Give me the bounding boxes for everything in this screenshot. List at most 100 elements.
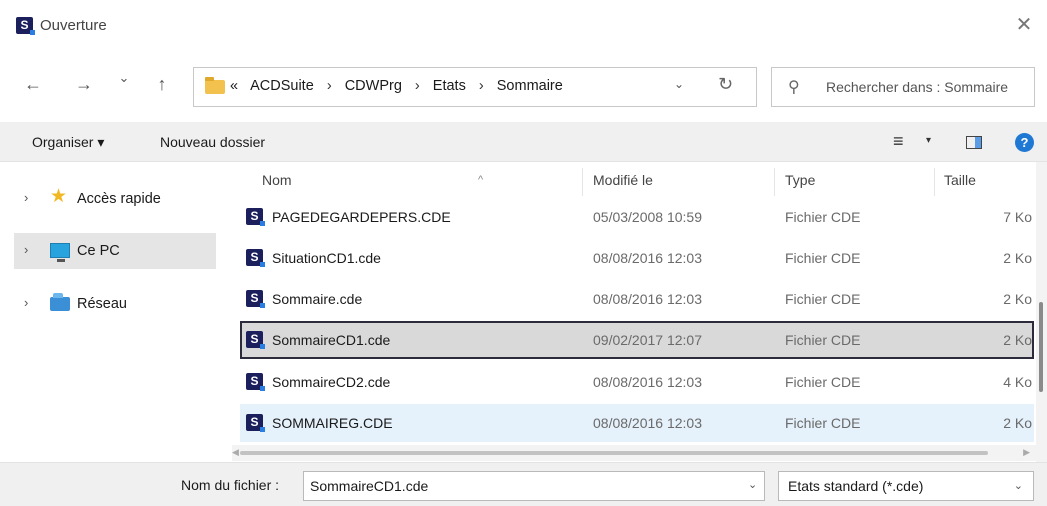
- recent-locations-icon[interactable]: ⌄: [112, 70, 136, 86]
- search-input[interactable]: Rechercher dans : Sommaire: [826, 79, 1008, 95]
- column-header-modified[interactable]: Modifié le: [593, 172, 653, 188]
- file-modified: 08/08/2016 12:03: [593, 415, 702, 431]
- sort-ascending-icon: ^: [478, 174, 484, 186]
- file-modified: 05/03/2008 10:59: [593, 209, 702, 225]
- file-row-hover[interactable]: S SOMMAIREG.CDE 08/08/2016 12:03 Fichier…: [240, 404, 1034, 442]
- command-toolbar: Organiser ▾ Nouveau dossier ≡ ▾ ?: [0, 122, 1047, 162]
- file-size: 2 Ko: [1003, 415, 1032, 431]
- file-modified: 08/08/2016 12:03: [593, 250, 702, 266]
- breadcrumb-separator[interactable]: ›: [415, 78, 420, 94]
- file-type: Fichier CDE: [785, 250, 861, 266]
- column-header-label: Nom: [262, 172, 292, 188]
- filename-input[interactable]: [303, 471, 765, 501]
- search-box[interactable]: ⚲ Rechercher dans : Sommaire: [771, 67, 1035, 107]
- navigation-bar: ← → ⌄ ↑ « ACDSuite › CDWPrg › Etats › So…: [0, 56, 1047, 114]
- forward-arrow-icon[interactable]: →: [72, 74, 96, 95]
- up-arrow-icon[interactable]: ↑: [150, 74, 174, 95]
- horizontal-scrollbar[interactable]: ◀ ▶: [232, 445, 1036, 461]
- file-row[interactable]: S SommaireCD2.cde 08/08/2016 12:03 Fichi…: [240, 363, 1034, 401]
- view-options-icon[interactable]: ≡: [893, 131, 904, 152]
- file-type: Fichier CDE: [785, 332, 861, 348]
- breadcrumb-separator[interactable]: ›: [327, 78, 332, 94]
- file-type: Fichier CDE: [785, 291, 861, 307]
- file-icon: S: [246, 249, 265, 267]
- file-type-select[interactable]: Etats standard (*.cde) ⌄: [778, 471, 1034, 501]
- breadcrumb-item-cdwprg[interactable]: CDWPrg: [345, 78, 402, 94]
- column-header-size[interactable]: Taille: [944, 172, 976, 188]
- organize-button[interactable]: Organiser ▾: [32, 134, 104, 151]
- file-name: Sommaire.cde: [272, 291, 363, 307]
- file-modified: 08/08/2016 12:03: [593, 291, 702, 307]
- horizontal-scrollbar-thumb[interactable]: [240, 451, 988, 455]
- breadcrumb-item-sommaire[interactable]: Sommaire: [497, 78, 563, 94]
- search-icon: ⚲: [788, 79, 800, 96]
- file-name: SOMMAIREG.CDE: [272, 415, 393, 431]
- file-modified: 08/08/2016 12:03: [593, 374, 702, 390]
- breadcrumb-separator[interactable]: ›: [479, 78, 484, 94]
- chevron-right-icon[interactable]: ›: [24, 242, 28, 257]
- file-row-selected[interactable]: S SommaireCD1.cde 09/02/2017 12:07 Fichi…: [240, 321, 1034, 359]
- file-row[interactable]: S SituationCD1.cde 08/08/2016 12:03 Fich…: [240, 239, 1034, 277]
- column-divider[interactable]: [774, 168, 775, 196]
- network-icon: [50, 293, 70, 311]
- file-size: 2 Ko: [1003, 332, 1032, 348]
- sidebar-item-label: Réseau: [77, 296, 127, 312]
- help-icon[interactable]: ?: [1015, 133, 1034, 152]
- file-type: Fichier CDE: [785, 374, 861, 390]
- view-dropdown-icon[interactable]: ▾: [926, 135, 931, 146]
- back-arrow-icon[interactable]: ←: [21, 74, 45, 95]
- refresh-icon[interactable]: ↻: [718, 74, 733, 95]
- file-size: 2 Ko: [1003, 250, 1032, 266]
- filename-label: Nom du fichier :: [181, 477, 280, 493]
- dialog-footer: Nom du fichier : ⌄ Etats standard (*.cde…: [0, 462, 1047, 506]
- title-bar: S Ouverture ✕: [0, 0, 1047, 52]
- file-row[interactable]: S PAGEDEGARDEPERS.CDE 05/03/2008 10:59 F…: [240, 198, 1034, 236]
- star-icon: ★: [50, 186, 68, 207]
- scroll-right-icon[interactable]: ▶: [1023, 447, 1030, 458]
- new-folder-button[interactable]: Nouveau dossier: [160, 134, 265, 150]
- computer-icon: [50, 243, 70, 262]
- file-size: 7 Ko: [1003, 209, 1032, 225]
- file-type-value: Etats standard (*.cde): [788, 478, 924, 494]
- sidebar-item-label: Accès rapide: [77, 191, 161, 207]
- file-name: SommaireCD2.cde: [272, 374, 391, 390]
- preview-pane-icon[interactable]: [966, 136, 982, 149]
- chevron-right-icon[interactable]: ›: [24, 190, 28, 205]
- file-name: SituationCD1.cde: [272, 250, 381, 266]
- sidebar-item-this-pc[interactable]: › Ce PC: [14, 233, 216, 269]
- scroll-left-icon[interactable]: ◀: [232, 447, 239, 458]
- file-icon: S: [246, 290, 265, 308]
- breadcrumb-item-etats[interactable]: Etats: [433, 78, 466, 94]
- file-icon: S: [246, 331, 265, 349]
- file-type: Fichier CDE: [785, 415, 861, 431]
- chevron-down-icon[interactable]: ⌄: [1014, 479, 1023, 492]
- chevron-down-icon[interactable]: ⌄: [748, 478, 757, 491]
- file-row[interactable]: S Sommaire.cde 08/08/2016 12:03 Fichier …: [240, 280, 1034, 318]
- breadcrumb-item-acdsuite[interactable]: ACDSuite: [250, 78, 314, 94]
- column-divider[interactable]: [582, 168, 583, 196]
- column-divider[interactable]: [934, 168, 935, 196]
- column-header-type[interactable]: Type: [785, 172, 815, 188]
- column-header-name[interactable]: Nom ^: [262, 172, 582, 188]
- address-bar[interactable]: « ACDSuite › CDWPrg › Etats › Sommaire ⌄…: [193, 67, 757, 107]
- file-size: 2 Ko: [1003, 291, 1032, 307]
- file-size: 4 Ko: [1003, 374, 1032, 390]
- file-list: Nom ^ Modifié le Type Taille S PAGEDEGAR…: [232, 162, 1047, 462]
- file-type: Fichier CDE: [785, 209, 861, 225]
- sidebar-item-quick-access[interactable]: › ★ Accès rapide: [14, 181, 216, 217]
- app-icon: S: [16, 17, 35, 35]
- sidebar-item-network[interactable]: › Réseau: [14, 286, 216, 322]
- file-name: PAGEDEGARDEPERS.CDE: [272, 209, 451, 225]
- chevron-down-icon[interactable]: ⌄: [674, 77, 684, 91]
- file-modified: 09/02/2017 12:07: [593, 332, 702, 348]
- file-name: SommaireCD1.cde: [272, 332, 391, 348]
- breadcrumb-overflow[interactable]: «: [230, 78, 238, 94]
- navigation-pane: › ★ Accès rapide › Ce PC › Réseau: [0, 162, 232, 462]
- chevron-right-icon[interactable]: ›: [24, 295, 28, 310]
- folder-icon: [205, 77, 225, 94]
- vertical-scrollbar-thumb[interactable]: [1039, 302, 1043, 392]
- breadcrumb: « ACDSuite › CDWPrg › Etats › Sommaire: [230, 78, 563, 94]
- close-button[interactable]: ✕: [1011, 12, 1037, 38]
- vertical-scrollbar[interactable]: [1036, 162, 1047, 462]
- window-title: Ouverture: [40, 17, 107, 34]
